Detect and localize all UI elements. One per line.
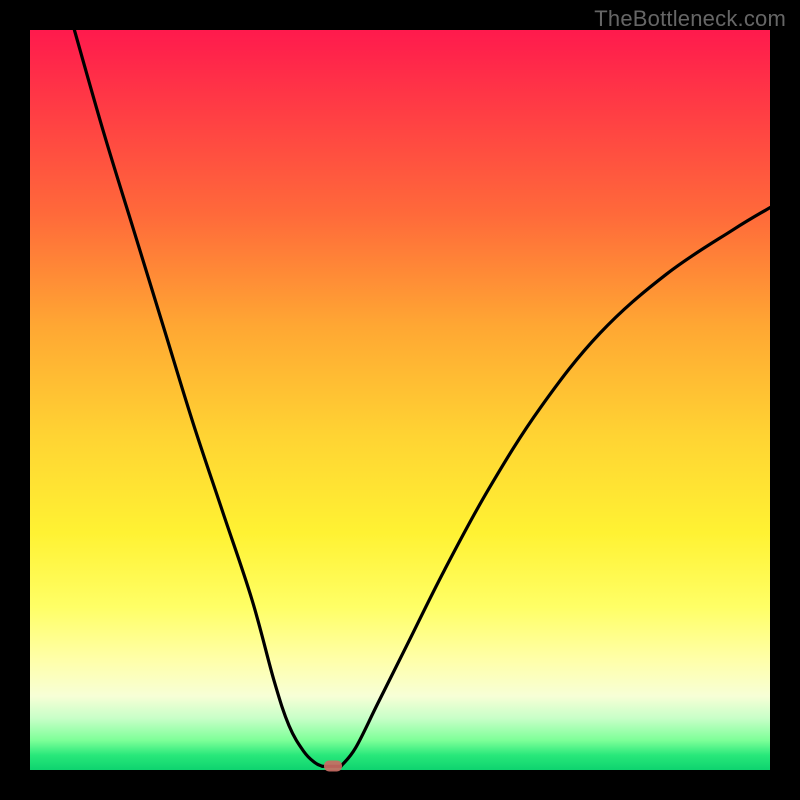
plot-area [30, 30, 770, 770]
chart-frame: TheBottleneck.com [0, 0, 800, 800]
curve-left-branch [74, 30, 322, 766]
curve-right-branch [341, 208, 770, 767]
watermark-text: TheBottleneck.com [594, 6, 786, 32]
optimal-marker [324, 760, 342, 771]
bottleneck-curve [30, 30, 770, 770]
